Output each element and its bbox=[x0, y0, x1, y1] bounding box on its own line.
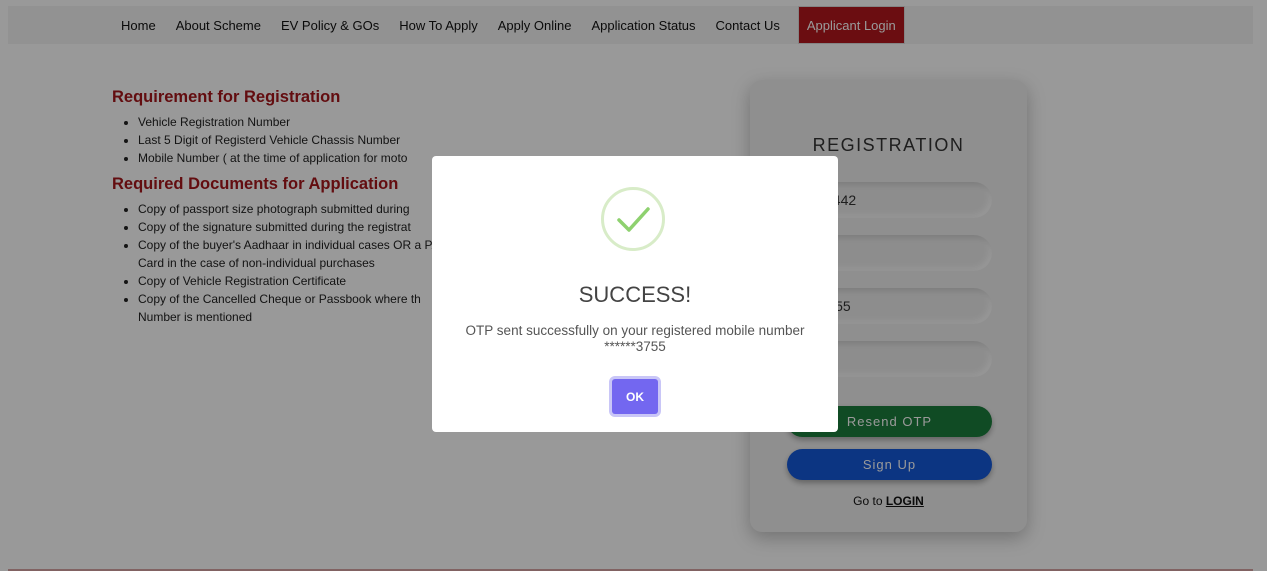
dialog-title: SUCCESS! bbox=[578, 282, 692, 307]
checkmark-icon bbox=[601, 187, 665, 251]
success-dialog: SUCCESS! OTP sent successfully on your r… bbox=[432, 156, 838, 432]
dialog-message: OTP sent successfully on your registered… bbox=[465, 323, 805, 354]
ok-button[interactable]: OK bbox=[612, 379, 658, 414]
